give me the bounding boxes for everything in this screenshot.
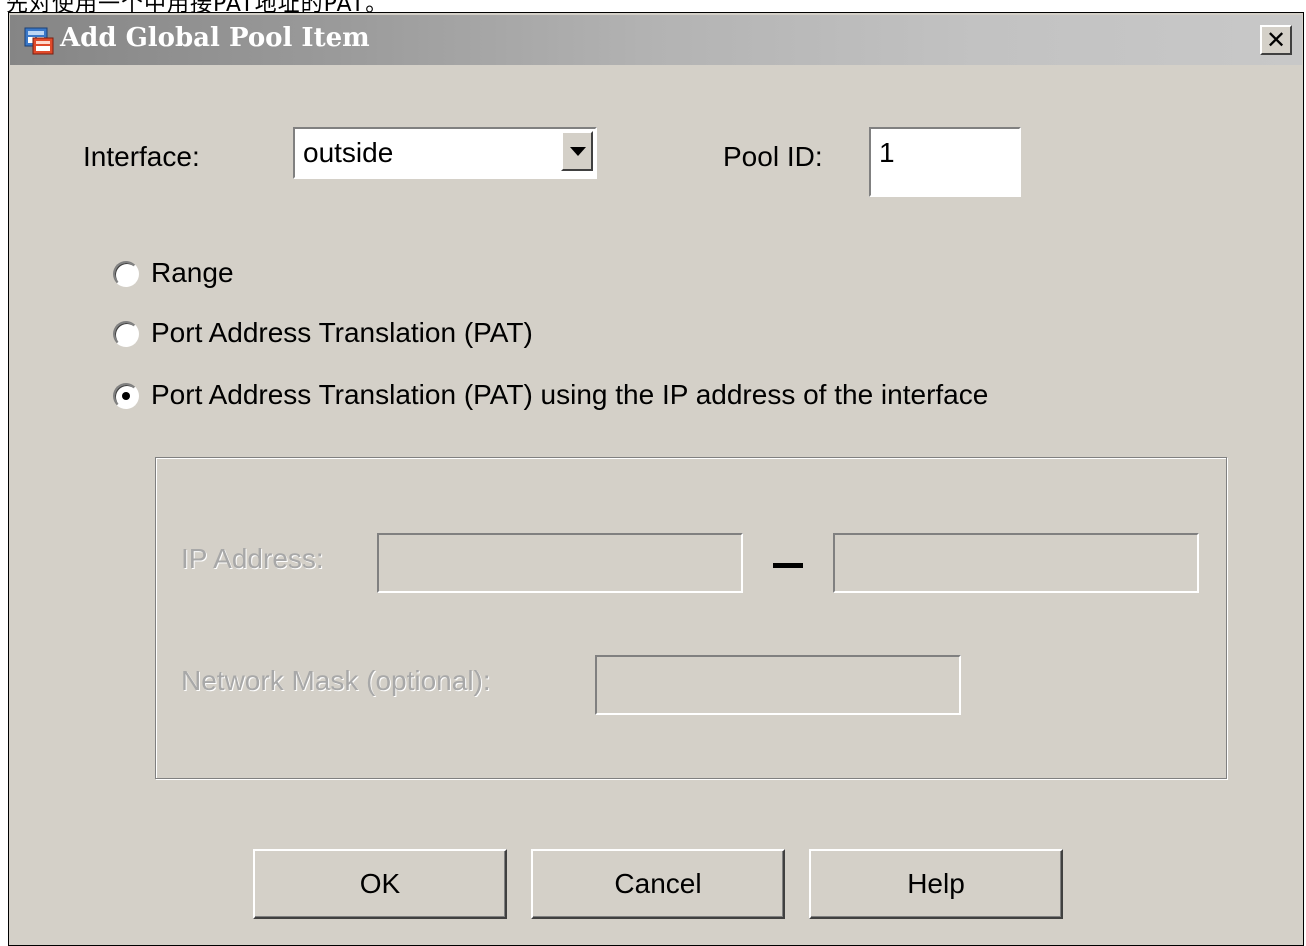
ip-address-label: IP Address: (181, 543, 324, 574)
cancel-button[interactable]: Cancel (531, 849, 785, 919)
dropdown-button[interactable] (561, 131, 593, 171)
chevron-down-icon (570, 147, 586, 156)
help-button[interactable]: Help (809, 849, 1063, 919)
close-icon: ✕ (1265, 26, 1287, 54)
caption-text: 先对使用一个中用接PAT地址的PAT。 (6, 0, 388, 12)
ip-address-start-input[interactable] (377, 533, 743, 593)
range-separator (773, 563, 803, 568)
radio-pat-interface-ip-label[interactable]: Port Address Translation (PAT) using the… (151, 379, 988, 411)
radio-range[interactable] (113, 261, 139, 287)
pool-id-label: Pool ID: (723, 141, 823, 172)
ip-address-end-input[interactable] (833, 533, 1199, 593)
pool-id-value: 1 (879, 137, 895, 168)
interface-label: Interface: (83, 141, 200, 172)
radio-range-label[interactable]: Range (151, 257, 234, 289)
network-mask-input[interactable] (595, 655, 961, 715)
add-global-pool-item-dialog: Add Global Pool Item ✕ Interface: outsid… (8, 12, 1304, 946)
address-groupbox (155, 457, 1227, 779)
pool-id-input[interactable]: 1 (869, 127, 1021, 197)
network-mask-label: Network Mask (optional): (181, 665, 491, 696)
dialog-title: Add Global Pool Item (60, 23, 370, 53)
app-icon (24, 27, 54, 55)
interface-select[interactable]: outside (293, 127, 597, 179)
ok-button[interactable]: OK (253, 849, 507, 919)
radio-pat-label[interactable]: Port Address Translation (PAT) (151, 317, 533, 349)
top-caption: 先对使用一个中用接PAT地址的PAT。 (0, 0, 1306, 12)
radio-pat-interface-ip[interactable] (113, 383, 139, 409)
interface-select-value: outside (303, 137, 394, 168)
radio-pat[interactable] (113, 321, 139, 347)
title-bar[interactable]: Add Global Pool Item ✕ (10, 15, 1302, 65)
close-button[interactable]: ✕ (1260, 25, 1292, 55)
